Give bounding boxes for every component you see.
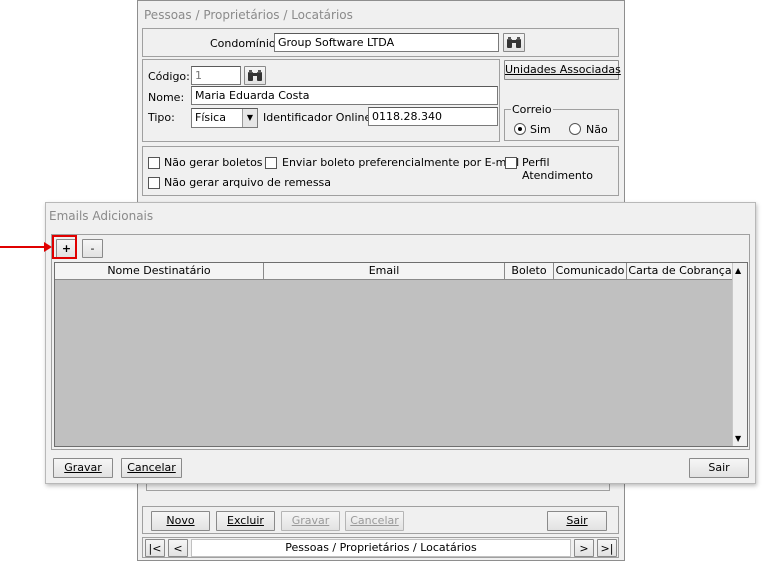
emails-adicionais-dialog: Emails Adicionais + - Nome Destinatário …	[45, 202, 756, 484]
dialog-cancelar-button[interactable]: Cancelar	[121, 458, 182, 478]
main-window-title: Pessoas / Proprietários / Locatários	[144, 8, 353, 22]
correio-sim-label: Sim	[530, 123, 551, 136]
remove-email-button[interactable]: -	[82, 239, 103, 258]
codigo-label: Código:	[148, 70, 190, 83]
correio-nao-label: Não	[586, 123, 608, 136]
scroll-up-icon[interactable]: ▲	[735, 266, 741, 275]
nao-gerar-boletos-checkbox[interactable]	[148, 157, 160, 169]
correio-legend: Correio	[511, 103, 553, 116]
excluir-button[interactable]: Excluir	[216, 511, 275, 531]
correio-sim-radio[interactable]	[514, 123, 526, 135]
condominio-label: Condomínio:	[210, 37, 280, 50]
grid-scrollbar[interactable]: ▲ ▼	[732, 263, 747, 446]
enviar-boleto-email-checkbox[interactable]	[265, 157, 277, 169]
column-header-email[interactable]: Email	[264, 263, 505, 279]
cancelar-button[interactable]: Cancelar	[345, 511, 404, 531]
column-header-boleto[interactable]: Boleto	[505, 263, 554, 279]
chevron-down-icon[interactable]: ▼	[242, 109, 257, 127]
tipo-label: Tipo:	[148, 111, 175, 124]
gravar-button[interactable]: Gravar	[281, 511, 340, 531]
condominio-search-button[interactable]	[503, 33, 525, 52]
grid-header: Nome Destinatário Email Boleto Comunicad…	[55, 263, 733, 280]
next-record-button[interactable]: >	[574, 539, 594, 557]
first-record-button[interactable]: |<	[145, 539, 165, 557]
dialog-title: Emails Adicionais	[49, 209, 154, 223]
sair-button[interactable]: Sair	[547, 511, 607, 531]
record-navigator: |< < Pessoas / Proprietários / Locatário…	[142, 537, 619, 558]
binoculars-icon	[507, 36, 521, 48]
correio-nao-radio[interactable]	[569, 123, 581, 135]
nao-gerar-remessa-label: Não gerar arquivo de remessa	[164, 176, 332, 189]
codigo-search-button[interactable]	[244, 66, 266, 85]
novo-button[interactable]: Novo	[151, 511, 210, 531]
identificador-label: Identificador Online:	[263, 111, 375, 124]
toolbar: Novo Excluir Gravar Cancelar Sair	[142, 506, 619, 534]
tipo-selected-value: Física	[195, 111, 226, 124]
emails-panel: + - Nome Destinatário Email Boleto Comun…	[51, 234, 750, 450]
dialog-sair-button[interactable]: Sair	[689, 458, 749, 478]
tipo-select[interactable]: Física ▼	[191, 108, 258, 128]
column-header-carta-cobranca[interactable]: Carta de Cobrança	[627, 263, 733, 279]
nome-field[interactable]: Maria Eduarda Costa	[191, 86, 498, 105]
dialog-gravar-button[interactable]: Gravar	[53, 458, 113, 478]
prev-record-button[interactable]: <	[168, 539, 188, 557]
enviar-boleto-email-label: Enviar boleto preferencialmente por E-ma…	[282, 156, 520, 169]
scroll-down-icon[interactable]: ▼	[735, 434, 741, 443]
emails-grid[interactable]: Nome Destinatário Email Boleto Comunicad…	[54, 262, 748, 447]
navigator-label: Pessoas / Proprietários / Locatários	[191, 539, 571, 557]
unidades-associadas-button[interactable]: Unidades Associadas	[504, 60, 621, 80]
correio-fieldset: Correio Sim Não	[504, 103, 619, 141]
perfil-atendimento-label: Perfil Atendimento	[522, 156, 593, 182]
identificador-field[interactable]: 0118.28.340	[368, 107, 498, 126]
codigo-field[interactable]: 1	[191, 66, 241, 85]
condominio-group: Condomínio: Group Software LTDA	[142, 28, 619, 57]
perfil-atendimento-checkbox[interactable]	[505, 157, 517, 169]
column-header-nome[interactable]: Nome Destinatário	[55, 263, 264, 279]
options-group: Não gerar boletos Enviar boleto preferen…	[142, 146, 619, 196]
nome-label: Nome:	[148, 91, 185, 104]
pessoa-group: Código: 1 Nome: Maria Eduarda Costa Tipo…	[142, 59, 500, 142]
nao-gerar-boletos-label: Não gerar boletos	[164, 156, 263, 169]
binoculars-icon	[248, 69, 262, 81]
nao-gerar-remessa-checkbox[interactable]	[148, 177, 160, 189]
condominio-field[interactable]: Group Software LTDA	[274, 33, 499, 52]
red-arrow-icon	[0, 242, 52, 252]
last-record-button[interactable]: >|	[597, 539, 617, 557]
column-header-comunicado[interactable]: Comunicado	[554, 263, 627, 279]
